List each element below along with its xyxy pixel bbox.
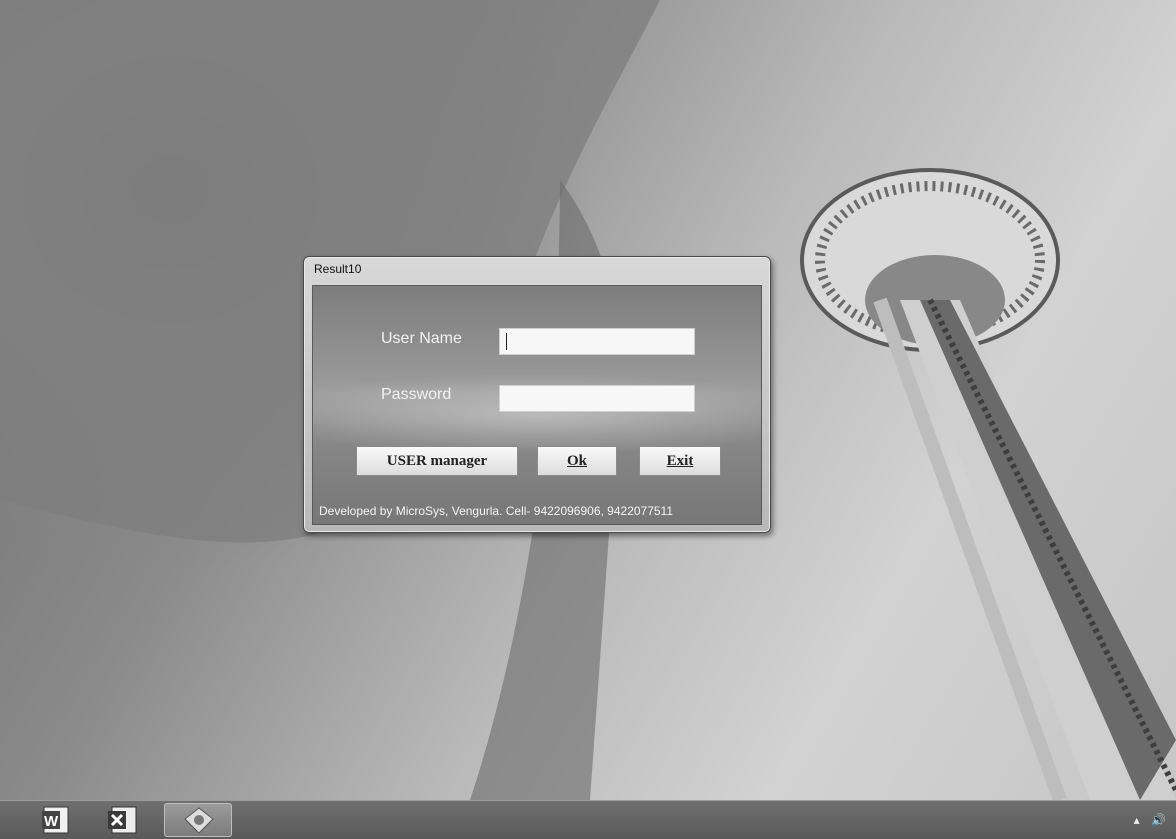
- taskbar-item-word[interactable]: W: [28, 803, 88, 837]
- exit-button[interactable]: Exit: [639, 446, 721, 476]
- ok-button[interactable]: Ok: [537, 446, 617, 476]
- window-titlebar[interactable]: Result10: [304, 257, 770, 283]
- text-caret: [506, 333, 507, 350]
- speaker-icon[interactable]: 🔊: [1151, 813, 1166, 827]
- developer-credit: Developed by MicroSys, Vengurla. Cell- 9…: [319, 504, 674, 518]
- show-hidden-icons-arrow[interactable]: ▴: [1134, 813, 1140, 827]
- window-title: Result10: [314, 262, 362, 276]
- space-needle-graphic: [800, 168, 1176, 800]
- password-field[interactable]: [499, 385, 695, 412]
- excel-icon: [108, 806, 137, 834]
- system-tray: ▴ 🔊: [1134, 813, 1166, 827]
- taskbar: W ▴ 🔊: [0, 800, 1176, 839]
- username-field[interactable]: [499, 328, 695, 355]
- ok-button-label: Ok: [566, 453, 587, 469]
- login-panel: User Name Password USER manager Ok Exit …: [312, 285, 762, 525]
- taskbar-item-active-app[interactable]: [164, 803, 232, 837]
- svg-text:W: W: [44, 813, 59, 830]
- username-label: User Name: [381, 330, 462, 347]
- login-window: Result10 User Name Password USER manager…: [303, 256, 771, 533]
- word-icon: W: [42, 806, 69, 834]
- user-manager-button[interactable]: USER manager: [356, 446, 518, 476]
- password-label: Password: [381, 386, 452, 403]
- taskbar-item-excel[interactable]: [94, 803, 154, 837]
- exit-button-label: Exit: [666, 453, 694, 469]
- app-icon: [184, 807, 214, 834]
